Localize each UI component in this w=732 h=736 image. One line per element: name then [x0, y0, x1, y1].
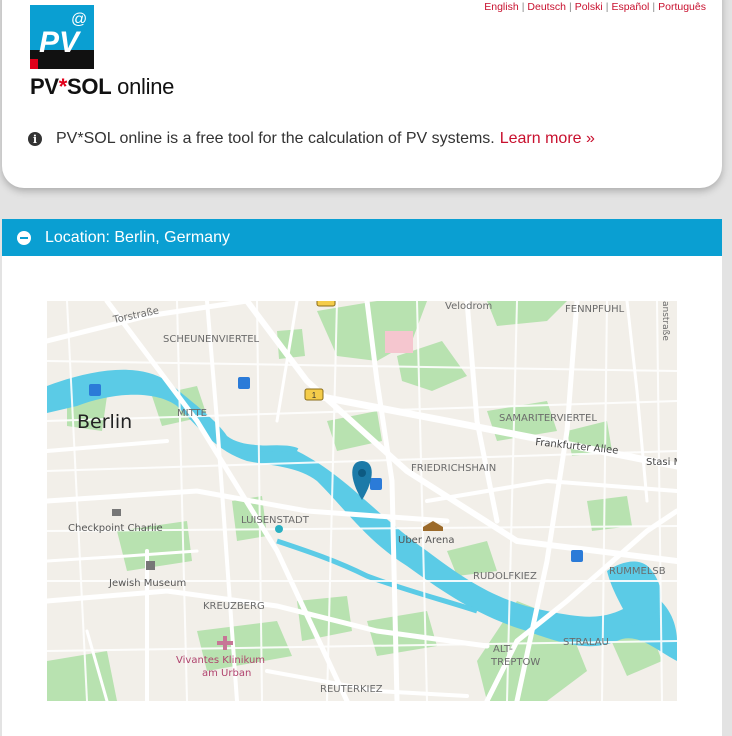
map-label-anstrasse: anstraße [660, 301, 670, 341]
lang-english[interactable]: English [484, 1, 518, 13]
map-label-samariterviertel: SAMARITERVIERTEL [499, 413, 597, 424]
brand-star: * [58, 74, 68, 99]
road-shield-text: 1 [312, 391, 317, 400]
map-label-mitte: MITTE [177, 408, 207, 419]
map-label-reuterkiez: REUTERKIEZ [320, 684, 383, 695]
map-label-fennpfuhl: FENNPFUHL [565, 304, 625, 315]
location-map[interactable]: 1 Berlin Torstraße SCHEUNENVIERTEL MITTE… [47, 301, 677, 701]
header-card: PV @ PV*SOL online English | Deutsch | Polsk… [2, 0, 722, 188]
learn-more-link[interactable]: Learn more » [500, 130, 595, 148]
pv-logo: PV @ [30, 5, 94, 69]
camera-icon [112, 509, 121, 516]
map-label-kreuzberg: KREUZBERG [203, 601, 265, 612]
info-text: PV*SOL online is a free tool for the cal… [56, 130, 495, 147]
language-switcher: English | Deutsch | Polski | Español | Português [484, 1, 706, 13]
brand-sol: SOL [67, 74, 112, 99]
map-canal-mitte [236, 445, 299, 454]
logo-at: @ [71, 11, 87, 28]
map-label-berlin: Berlin [77, 411, 132, 433]
lang-polski[interactable]: Polski [575, 1, 603, 13]
map-label-alt-treptow-1: ALT- [493, 644, 513, 655]
brand-online: online [117, 74, 175, 99]
map-label-velodrom: Velodrom [445, 301, 492, 312]
location-label: Location: Berlin, Germany [45, 228, 230, 246]
map-label-friedrichshain: FRIEDRICHSHAIN [411, 463, 496, 474]
brand-name: PV*SOL online [30, 74, 174, 100]
brand-pv: PV [30, 74, 59, 99]
lang-portugues[interactable]: Português [658, 1, 706, 13]
station-dot-icon [275, 525, 283, 533]
location-bar[interactable]: Location: Berlin, Germany [2, 219, 722, 256]
map-label-checkpoint-charlie: Checkpoint Charlie [68, 523, 163, 534]
map-label-stasi: Stasi M [646, 457, 677, 468]
map-label-scheunenviertel: SCHEUNENVIERTEL [163, 334, 260, 345]
map-label-rudolfkiez: RUDOLFKIEZ [473, 571, 537, 582]
map-label-stralau: STRALAU [563, 637, 609, 648]
lang-espanol[interactable]: Español [611, 1, 649, 13]
map-label-jewish-museum: Jewish Museum [108, 578, 186, 589]
road-shield-top [316, 301, 336, 307]
map-label-vivantes-2: am Urban [202, 668, 251, 679]
map-label-rummelsb: RUMMELSB [609, 566, 666, 577]
museum-icon [146, 561, 155, 570]
collapse-minus-icon[interactable] [17, 230, 31, 245]
map-canvas[interactable]: 1 Berlin Torstraße SCHEUNENVIERTEL MITTE… [47, 301, 677, 701]
map-label-alt-treptow-2: TREPTOW [490, 657, 540, 668]
lang-deutsch[interactable]: Deutsch [527, 1, 566, 13]
info-line: i PV*SOL online is a free tool for the c… [28, 130, 595, 148]
map-label-uber-arena: Uber Arena [398, 535, 454, 546]
info-icon: i [28, 132, 42, 146]
map-hospital-area [385, 331, 413, 353]
logo-text: PV [39, 26, 82, 59]
map-label-vivantes-1: Vivantes Klinikum [176, 655, 265, 666]
map-label-luisenstadt: LUISENSTADT [241, 515, 310, 526]
